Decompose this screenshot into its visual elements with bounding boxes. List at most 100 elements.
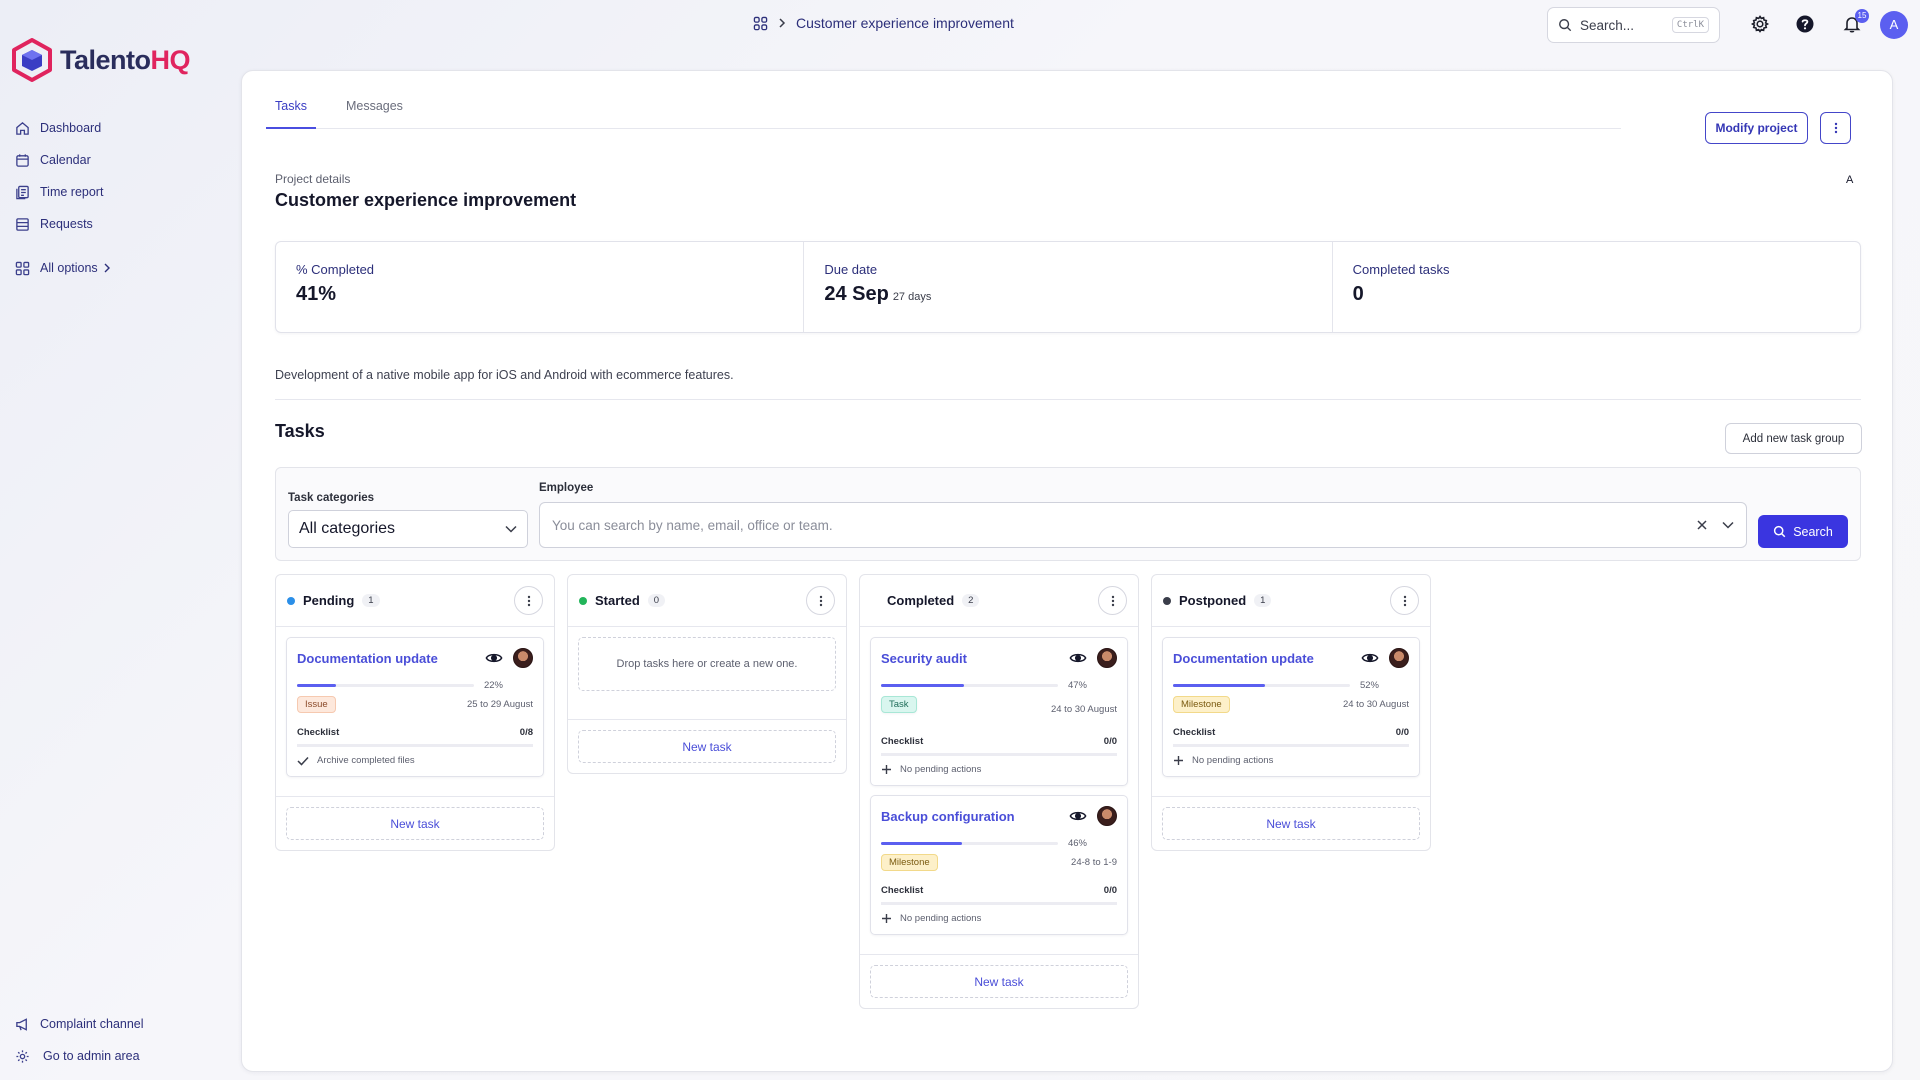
checklist-count: 0/8 xyxy=(519,727,533,738)
checklist-item-label: No pending actions xyxy=(900,913,982,924)
brand-logo[interactable]: TalentoHQ xyxy=(12,38,190,82)
assignee-initial[interactable]: A xyxy=(1846,174,1853,186)
eye-icon[interactable] xyxy=(485,649,503,667)
sidebar-item-dashboard[interactable]: Dashboard xyxy=(15,112,215,144)
task-title-link[interactable]: Documentation update xyxy=(297,651,438,666)
sidebar-item-label: Requests xyxy=(40,217,93,231)
checklist-item[interactable]: No pending actions xyxy=(1173,755,1409,766)
categories-select[interactable]: All categories xyxy=(288,510,528,548)
sidebar-item-label: Dashboard xyxy=(40,121,102,135)
assignee-avatar[interactable] xyxy=(1097,648,1117,668)
settings-gear-icon[interactable] xyxy=(1750,14,1770,34)
tab-tasks[interactable]: Tasks xyxy=(266,99,316,129)
help-icon[interactable] xyxy=(1795,14,1815,34)
checklist-label: Checklist xyxy=(881,885,924,896)
chevron-right-icon xyxy=(779,18,786,28)
calendar-icon xyxy=(16,153,29,167)
new-task-button[interactable]: New task xyxy=(1162,807,1420,840)
column-more-button[interactable] xyxy=(1390,586,1419,615)
status-dot xyxy=(1163,596,1171,605)
brand-name: TalentoHQ xyxy=(60,44,190,75)
task-card[interactable]: Security audit 47% Task 24 to 30 August Chec… xyxy=(870,637,1128,786)
task-title-link[interactable]: Backup configuration xyxy=(881,809,1015,824)
project-panel: Tasks Messages Modify project Project de… xyxy=(241,70,1893,1072)
column-started: Started 0 Drop tasks here or create a new … xyxy=(567,574,847,774)
new-task-button[interactable]: New task xyxy=(578,730,836,763)
checklist-item[interactable]: No pending actions xyxy=(881,913,1117,924)
sidebar-item-requests[interactable]: Requests xyxy=(15,208,215,240)
sidebar-item-time-report[interactable]: Time report xyxy=(15,176,215,208)
task-card[interactable]: Documentation update 22% Issue 25 to 29 Aug… xyxy=(286,637,544,777)
more-vertical-icon xyxy=(1111,595,1114,606)
checklist-count: 0/0 xyxy=(1103,885,1117,896)
breadcrumb-current[interactable]: Customer experience improvement xyxy=(796,15,1014,31)
plus-icon xyxy=(1174,756,1183,765)
eye-icon[interactable] xyxy=(1361,649,1379,667)
checklist-item[interactable]: No pending actions xyxy=(881,764,1117,775)
employee-search-input[interactable]: You can search by name, email, office or… xyxy=(539,502,1747,548)
task-card[interactable]: Backup configuration 46% Milestone 24-8 to … xyxy=(870,795,1128,935)
categories-value: All categories xyxy=(299,520,396,537)
grid-icon xyxy=(15,261,30,275)
checklist-item[interactable]: Archive completed files xyxy=(297,755,533,766)
task-dates: 24-8 to 1-9 xyxy=(1071,857,1117,868)
column-header: Postponed 1 xyxy=(1152,575,1430,627)
chevron-down-icon[interactable] xyxy=(1722,519,1734,531)
status-dot xyxy=(579,596,587,605)
global-search-input[interactable]: Search... CtrlK xyxy=(1547,7,1720,43)
column-count-badge: 0 xyxy=(647,594,666,607)
employee-label: Employee xyxy=(539,482,594,494)
column-more-button[interactable] xyxy=(806,586,835,615)
notification-count-badge: 15 xyxy=(1855,9,1869,23)
assignee-avatar[interactable] xyxy=(513,648,533,668)
tab-messages[interactable]: Messages xyxy=(344,99,405,129)
sidebar-item-calendar[interactable]: Calendar xyxy=(15,144,215,176)
assignee-avatar[interactable] xyxy=(1097,806,1117,826)
column-pending: Pending 1 Documentation update 22% Issue 25 t… xyxy=(275,574,555,851)
checklist-item-label: Archive completed files xyxy=(317,755,415,766)
stat-value: 41% xyxy=(296,283,337,305)
eye-icon[interactable] xyxy=(1069,807,1087,825)
sidebar-item-label: Time report xyxy=(40,185,104,199)
apps-icon[interactable] xyxy=(753,16,768,31)
search-placeholder: Search... xyxy=(1580,17,1635,33)
sidebar-item-all-options[interactable]: All options xyxy=(15,252,215,284)
column-more-button[interactable] xyxy=(514,586,543,615)
project-more-button[interactable] xyxy=(1820,112,1851,144)
search-icon xyxy=(1559,19,1572,32)
stat-label: % Completed xyxy=(296,262,375,277)
project-description: Development of a native mobile app for i… xyxy=(275,368,734,382)
task-type-badge: Task xyxy=(881,696,917,713)
project-tabs: Tasks Messages xyxy=(266,99,1621,129)
column-header: Started 0 xyxy=(568,575,846,627)
assignee-avatar[interactable] xyxy=(1389,648,1409,668)
sidebar-item-label: Complaint channel xyxy=(40,1017,144,1031)
user-avatar[interactable]: A xyxy=(1880,11,1908,39)
new-task-button[interactable]: New task xyxy=(870,965,1128,998)
column-title: Completed xyxy=(887,593,955,608)
task-card[interactable]: Documentation update 52% Milestone 24 to 30… xyxy=(1162,637,1420,777)
search-button[interactable]: Search xyxy=(1758,515,1848,548)
column-header: Pending 1 xyxy=(276,575,554,627)
new-task-button[interactable]: New task xyxy=(286,807,544,840)
section-divider xyxy=(275,399,1861,400)
task-title-link[interactable]: Documentation update xyxy=(1173,651,1314,666)
sidebar-item-admin-area[interactable]: Go to admin area xyxy=(15,1040,215,1072)
checklist-item-label: No pending actions xyxy=(900,764,982,775)
clear-icon[interactable] xyxy=(1696,519,1708,531)
drop-zone[interactable]: Drop tasks here or create a new one. xyxy=(578,637,836,691)
modify-project-button[interactable]: Modify project xyxy=(1705,112,1808,144)
task-title-link[interactable]: Security audit xyxy=(881,651,967,666)
list-icon xyxy=(16,217,29,231)
status-dot xyxy=(871,597,879,605)
stat-label: Due date xyxy=(824,262,878,277)
stat-completed-percent: % Completed 41% xyxy=(276,242,805,332)
eye-icon[interactable] xyxy=(1069,649,1087,667)
sidebar-item-complaint-channel[interactable]: Complaint channel xyxy=(15,1008,215,1040)
column-more-button[interactable] xyxy=(1098,586,1127,615)
megaphone-icon xyxy=(16,1017,27,1031)
task-progress-bar xyxy=(297,684,474,687)
more-vertical-icon xyxy=(527,595,530,606)
stat-completed-tasks: Completed tasks 0 xyxy=(1333,242,1860,332)
add-task-group-button[interactable]: Add new task group xyxy=(1725,423,1862,454)
